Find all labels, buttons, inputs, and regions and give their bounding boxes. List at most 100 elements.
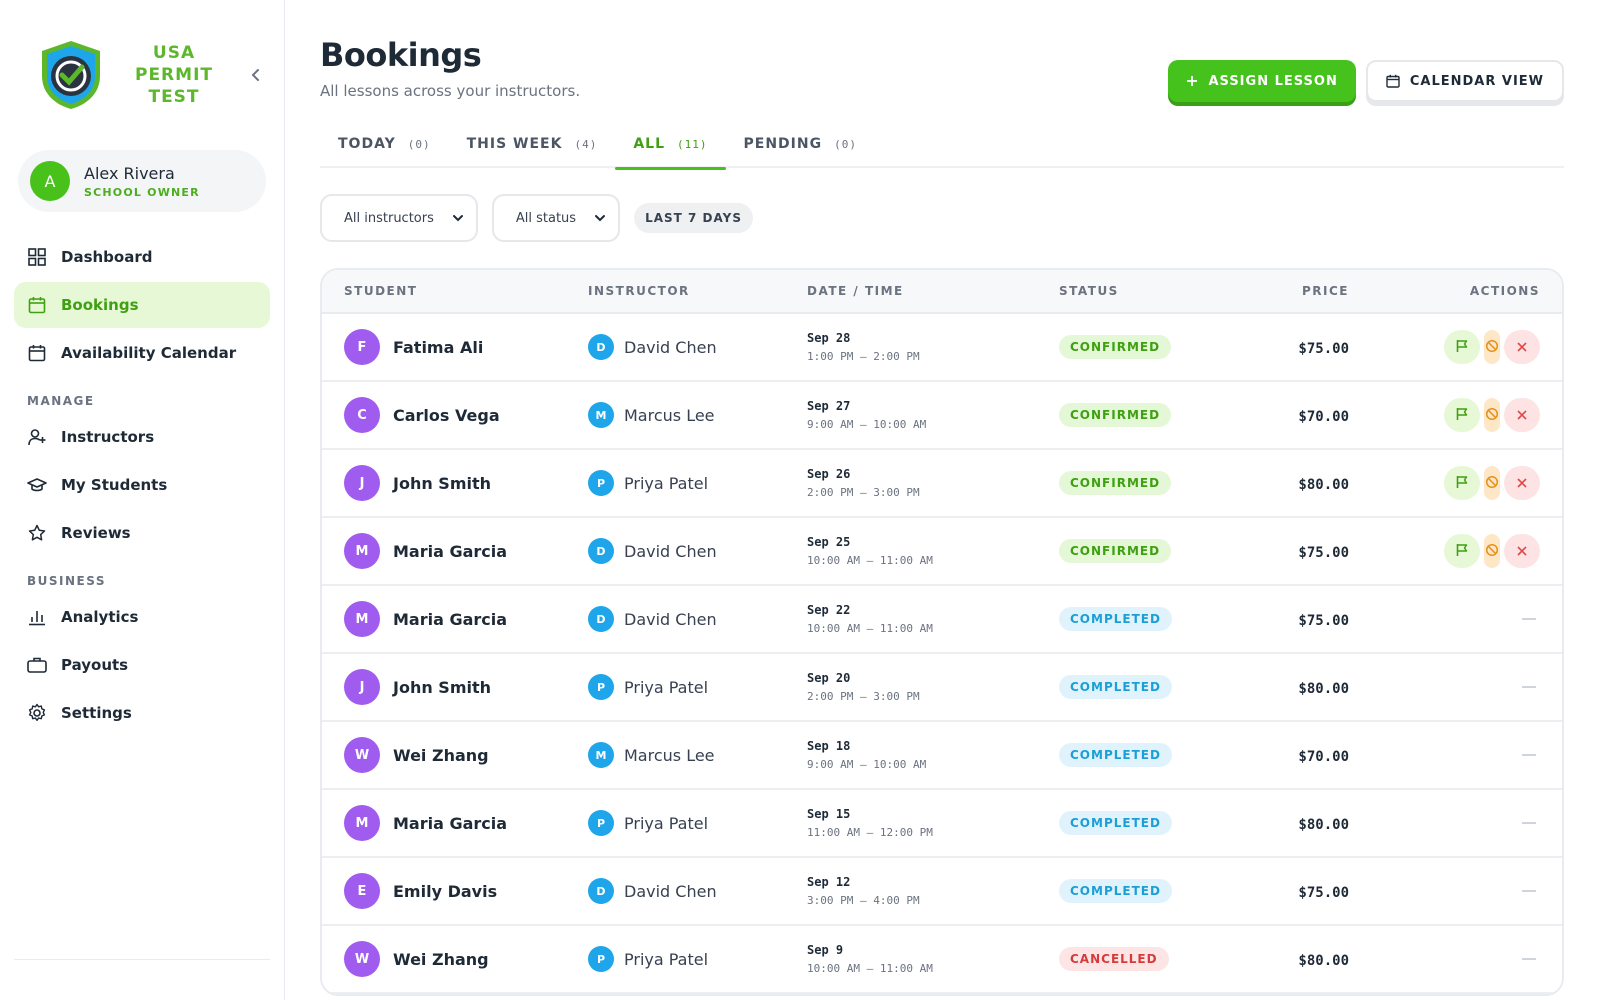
flag-button[interactable] xyxy=(1444,534,1480,568)
status-filter-select[interactable]: All status xyxy=(491,194,621,242)
flag-button[interactable] xyxy=(1444,330,1480,364)
no-show-button[interactable] xyxy=(1484,330,1500,364)
cancel-booking-button[interactable] xyxy=(1504,534,1540,568)
tab-this-week[interactable]: THIS WEEK (4) xyxy=(449,120,616,168)
student-name[interactable]: Maria Garcia xyxy=(393,542,507,561)
no-show-icon xyxy=(1485,338,1499,357)
price-cell: $70.00 xyxy=(1219,406,1349,425)
table-row[interactable]: J John Smith P Priya Patel Sep 20 2:00 PM – 3… xyxy=(322,654,1562,722)
instructor-name[interactable]: Marcus Lee xyxy=(624,746,715,765)
sidebar-item-students[interactable]: My Students xyxy=(14,462,270,508)
student-name[interactable]: Fatima Ali xyxy=(393,338,483,357)
table-row[interactable]: F Fatima Ali D David Chen Sep 28 1:00 PM – 2:… xyxy=(322,314,1562,382)
sidebar-item-bookings[interactable]: Bookings xyxy=(14,282,270,328)
date-range-chip[interactable]: LAST 7 DAYS xyxy=(634,203,753,233)
calendar-view-button[interactable]: CALENDAR VIEW xyxy=(1365,60,1564,102)
user-meta: Alex Rivera SCHOOL OWNER xyxy=(84,164,200,199)
sidebar-item-analytics[interactable]: Analytics xyxy=(14,594,270,640)
tab-today[interactable]: TODAY (0) xyxy=(320,120,449,168)
instructor-name[interactable]: David Chen xyxy=(624,882,717,901)
status-badge: COMPLETED xyxy=(1059,879,1172,903)
brand-name: USA PERMIT TEST xyxy=(118,42,230,108)
flag-icon xyxy=(1455,542,1469,561)
sidebar-item-dashboard[interactable]: Dashboard xyxy=(14,234,270,280)
student-avatar: W xyxy=(344,941,380,977)
brand: USA PERMIT TEST xyxy=(14,0,270,150)
student-name[interactable]: Wei Zhang xyxy=(393,950,489,969)
student-cell: W Wei Zhang xyxy=(322,737,588,773)
avatar: A xyxy=(30,161,70,201)
cancel-booking-button[interactable] xyxy=(1504,330,1540,364)
column-header-status[interactable]: STATUS xyxy=(1059,284,1219,298)
column-header-datetime[interactable]: DATE / TIME xyxy=(807,284,1059,298)
table-row[interactable]: W Wei Zhang P Priya Patel Sep 9 10:00 AM – 11… xyxy=(322,926,1562,994)
actions-cell xyxy=(1349,330,1562,364)
close-icon xyxy=(1516,406,1528,425)
assign-lesson-button[interactable]: ASSIGN LESSON xyxy=(1168,60,1356,102)
cancel-booking-button[interactable] xyxy=(1504,398,1540,432)
instructor-name[interactable]: Priya Patel xyxy=(624,678,708,697)
instructor-name[interactable]: David Chen xyxy=(624,338,717,357)
booking-date: Sep 25 xyxy=(807,535,851,549)
sidebar-item-instructors[interactable]: Instructors xyxy=(14,414,270,460)
table-row[interactable]: C Carlos Vega M Marcus Lee Sep 27 9:00 AM – 1… xyxy=(322,382,1562,450)
booking-price: $80.00 xyxy=(1298,952,1349,969)
column-header-price[interactable]: PRICE xyxy=(1219,284,1349,298)
column-header-student[interactable]: STUDENT xyxy=(322,284,588,298)
table-row[interactable]: W Wei Zhang M Marcus Lee Sep 18 9:00 AM – 10:… xyxy=(322,722,1562,790)
sidebar-item-label: Analytics xyxy=(61,608,139,626)
booking-date: Sep 15 xyxy=(807,807,851,821)
sidebar-item-payouts[interactable]: Payouts xyxy=(14,642,270,688)
column-header-instructor[interactable]: INSTRUCTOR xyxy=(588,284,807,298)
no-actions-dash xyxy=(1522,618,1536,620)
booking-price: $70.00 xyxy=(1298,408,1349,425)
flag-button[interactable] xyxy=(1444,398,1480,432)
instructor-name[interactable]: Priya Patel xyxy=(624,814,708,833)
table-row[interactable]: M Maria Garcia D David Chen Sep 22 10:00 AM –… xyxy=(322,586,1562,654)
collapse-sidebar-button[interactable] xyxy=(244,63,268,87)
actions-cell xyxy=(1349,686,1562,688)
instructor-name[interactable]: David Chen xyxy=(624,542,717,561)
status-cell: CANCELLED xyxy=(1059,947,1219,971)
datetime-cell: Sep 27 9:00 AM – 10:00 AM xyxy=(807,399,1059,431)
student-name[interactable]: John Smith xyxy=(393,678,491,697)
student-name[interactable]: Maria Garcia xyxy=(393,814,507,833)
student-name[interactable]: John Smith xyxy=(393,474,491,493)
sidebar-item-availability[interactable]: Availability Calendar xyxy=(14,330,270,376)
no-show-button[interactable] xyxy=(1484,534,1500,568)
table-row[interactable]: J John Smith P Priya Patel Sep 26 2:00 PM – 3… xyxy=(322,450,1562,518)
student-name[interactable]: Carlos Vega xyxy=(393,406,500,425)
price-cell: $80.00 xyxy=(1219,678,1349,697)
status-cell: CONFIRMED xyxy=(1059,403,1219,427)
tab-count: (0) xyxy=(407,137,431,151)
cancel-booking-button[interactable] xyxy=(1504,466,1540,500)
instructor-filter-select[interactable]: All instructors xyxy=(320,194,478,242)
student-name[interactable]: Maria Garcia xyxy=(393,610,507,629)
instructor-name[interactable]: Priya Patel xyxy=(624,950,708,969)
no-show-button[interactable] xyxy=(1484,398,1500,432)
booking-price: $75.00 xyxy=(1298,340,1349,357)
tab-pending[interactable]: PENDING (0) xyxy=(726,120,875,168)
sidebar-item-settings[interactable]: Settings xyxy=(14,690,270,736)
header-actions: ASSIGN LESSON CALENDAR VIEW xyxy=(1168,60,1564,102)
student-name[interactable]: Emily Davis xyxy=(393,882,497,901)
no-show-button[interactable] xyxy=(1484,466,1500,500)
table-row[interactable]: M Maria Garcia P Priya Patel Sep 15 11:00 AM … xyxy=(322,790,1562,858)
status-cell: COMPLETED xyxy=(1059,811,1219,835)
booking-date: Sep 9 xyxy=(807,943,844,957)
tab-all[interactable]: ALL (11) xyxy=(615,120,726,170)
sidebar-item-reviews[interactable]: Reviews xyxy=(14,510,270,556)
user-name: Alex Rivera xyxy=(84,163,175,183)
student-name[interactable]: Wei Zhang xyxy=(393,746,489,765)
table-row[interactable]: M Maria Garcia D David Chen Sep 25 10:00 AM –… xyxy=(322,518,1562,586)
table-row[interactable]: E Emily Davis D David Chen Sep 12 3:00 PM – 4… xyxy=(322,858,1562,926)
instructor-name[interactable]: Priya Patel xyxy=(624,474,708,493)
status-cell: CONFIRMED xyxy=(1059,539,1219,563)
flag-button[interactable] xyxy=(1444,466,1480,500)
instructor-cell: D David Chen xyxy=(588,334,807,360)
user-card[interactable]: A Alex Rivera SCHOOL OWNER xyxy=(18,150,266,212)
datetime-cell: Sep 28 1:00 PM – 2:00 PM xyxy=(807,331,1059,363)
instructor-avatar: D xyxy=(588,538,614,564)
instructor-name[interactable]: Marcus Lee xyxy=(624,406,715,425)
instructor-name[interactable]: David Chen xyxy=(624,610,717,629)
